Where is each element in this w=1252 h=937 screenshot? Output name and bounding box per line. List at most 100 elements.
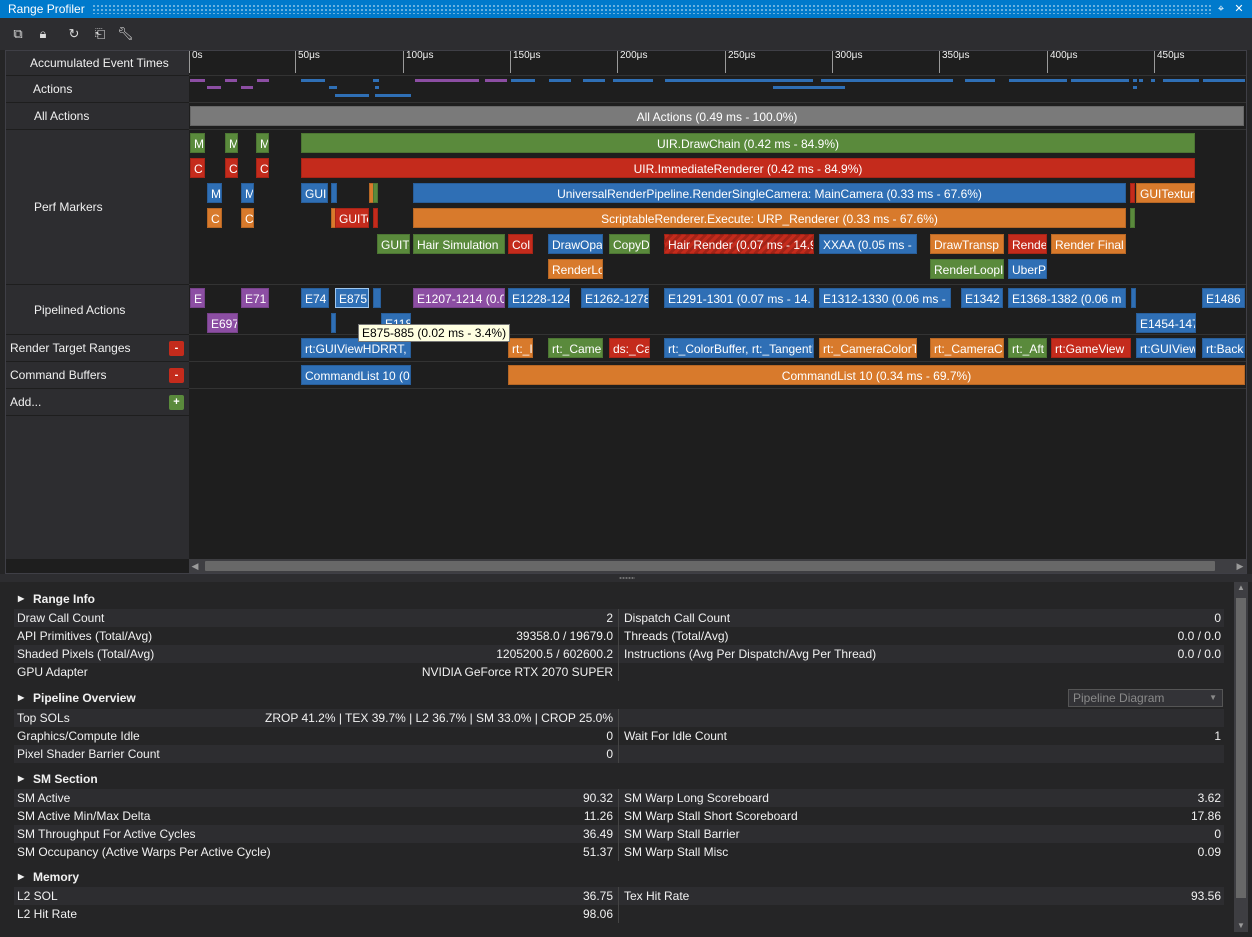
- range-bar[interactable]: rt:Back: [1202, 338, 1245, 358]
- range-bar[interactable]: rt:_Came: [548, 338, 603, 358]
- action-bar[interactable]: E1454-147: [1136, 313, 1196, 333]
- refresh-icon[interactable]: ↻: [66, 26, 82, 42]
- info-value: 3.62: [1197, 791, 1221, 805]
- remove-row-button[interactable]: -: [169, 341, 184, 356]
- marker-bar[interactable]: C: [190, 158, 205, 178]
- marker-bar[interactable]: GUITe: [377, 234, 410, 254]
- perf-markers-label-text: Perf Markers: [34, 200, 103, 214]
- marker-bar[interactable]: UIR.DrawChain (0.42 ms - 84.9%): [301, 133, 1195, 153]
- command-buffer-bar[interactable]: CommandList 10 (0.: [301, 365, 411, 385]
- marker-bar[interactable]: M: [256, 133, 269, 153]
- marker-bar[interactable]: C: [207, 208, 222, 228]
- close-icon[interactable]: ✕: [1232, 0, 1246, 18]
- marker-bar[interactable]: C: [225, 158, 238, 178]
- info-value: 2: [606, 611, 613, 625]
- command-buffers-text: Command Buffers: [10, 368, 107, 382]
- marker-bar[interactable]: M: [190, 133, 205, 153]
- marker-bar[interactable]: ScriptableRenderer.Execute: URP_Renderer…: [413, 208, 1126, 228]
- pipeline-diagram-dropdown[interactable]: Pipeline Diagram ▼: [1068, 689, 1223, 707]
- add-row-track: [189, 389, 1246, 416]
- marker-bar[interactable]: DrawOpa: [548, 234, 603, 254]
- action-bar[interactable]: E1342: [961, 288, 1003, 308]
- marker-bar[interactable]: XXAA (0.05 ms -: [819, 234, 917, 254]
- action-bar[interactable]: E1207-1214 (0.0: [413, 288, 505, 308]
- actions-track[interactable]: [189, 76, 1246, 103]
- action-bar[interactable]: E1262-1278: [581, 288, 649, 308]
- marker-bar[interactable]: Col: [508, 234, 533, 254]
- marker-bar[interactable]: M: [225, 133, 238, 153]
- scroll-left-icon[interactable]: ◀: [189, 559, 201, 573]
- marker-bar[interactable]: UIR.ImmediateRenderer (0.42 ms - 84.9%): [301, 158, 1195, 178]
- horizontal-scrollbar[interactable]: ◀ ▶: [189, 559, 1246, 573]
- marker-bar[interactable]: Hair Simulation: [413, 234, 505, 254]
- action-bar[interactable]: E697: [207, 313, 238, 333]
- marker-bar[interactable]: CopyD: [609, 234, 650, 254]
- action-bar[interactable]: E74: [301, 288, 329, 308]
- marker-bar[interactable]: UniversalRenderPipeline.RenderSingleCame…: [413, 183, 1126, 203]
- toolbar: ⧉ 🔒︎ ↻ ⎗ 🔧︎: [0, 18, 1252, 50]
- action-bar[interactable]: E1368-1382 (0.06 m: [1008, 288, 1126, 308]
- marker-bar[interactable]: UberP: [1008, 259, 1047, 279]
- scroll-down-icon[interactable]: ▼: [1234, 920, 1248, 932]
- range-info-header[interactable]: ▶ Range Info: [14, 589, 1224, 609]
- action-bar[interactable]: [1131, 288, 1136, 308]
- range-bar[interactable]: rt:_CameraC: [930, 338, 1004, 358]
- scroll-up-icon[interactable]: ▲: [1234, 582, 1248, 594]
- copy-icon[interactable]: ⧉: [10, 26, 26, 42]
- expand-icon: ▶: [18, 872, 25, 881]
- remove-row-button[interactable]: -: [169, 368, 184, 383]
- scroll-thumb[interactable]: [1236, 598, 1246, 898]
- tick-label: 300μs: [832, 51, 862, 73]
- action-bar[interactable]: [373, 288, 381, 308]
- range-bar[interactable]: rt:_Aft: [1008, 338, 1047, 358]
- range-bar[interactable]: rt:_CameraColorT: [819, 338, 917, 358]
- marker-bar[interactable]: GUITe: [335, 208, 369, 228]
- scroll-right-icon[interactable]: ▶: [1234, 559, 1246, 573]
- marker-bar[interactable]: GUI: [301, 183, 328, 203]
- range-bar[interactable]: rt:GameView: [1051, 338, 1131, 358]
- time-ruler[interactable]: 0s 50μs 100μs 150μs 200μs 250μs 300μs 35…: [189, 51, 1246, 76]
- lock-icon[interactable]: 🔒︎: [35, 26, 51, 42]
- marker-bar[interactable]: DrawTransp: [930, 234, 1004, 254]
- range-bar[interactable]: ds:_Ca: [609, 338, 650, 358]
- range-bar[interactable]: rt:GUIView: [1136, 338, 1196, 358]
- action-bar[interactable]: E875: [335, 288, 369, 308]
- marker-bar[interactable]: [1130, 208, 1135, 228]
- action-bar[interactable]: E1228-124: [508, 288, 570, 308]
- action-bar[interactable]: E1291-1301 (0.07 ms - 14.: [664, 288, 814, 308]
- action-bar[interactable]: E: [190, 288, 205, 308]
- marker-bar[interactable]: C: [256, 158, 269, 178]
- marker-bar[interactable]: [373, 208, 378, 228]
- marker-bar[interactable]: C: [241, 208, 254, 228]
- pipeline-overview-header[interactable]: ▶ Pipeline Overview: [14, 688, 1224, 708]
- all-actions-bar[interactable]: All Actions (0.49 ms - 100.0%): [190, 106, 1244, 126]
- perf-markers-track: M M M UIR.DrawChain (0.42 ms - 84.9%) C …: [189, 130, 1246, 285]
- export-icon[interactable]: ⎗: [92, 26, 108, 42]
- pin-icon[interactable]: ⌖: [1214, 0, 1228, 18]
- scroll-thumb[interactable]: [205, 561, 1215, 571]
- marker-bar[interactable]: [373, 183, 378, 203]
- marker-bar[interactable]: Rende: [1008, 234, 1047, 254]
- range-bar[interactable]: rt:_I: [508, 338, 533, 358]
- action-bar[interactable]: E1486: [1202, 288, 1245, 308]
- marker-bar[interactable]: [331, 183, 337, 203]
- sm-section-header[interactable]: ▶ SM Section: [14, 769, 1224, 789]
- marker-bar[interactable]: RenderLoopI: [930, 259, 1004, 279]
- marker-bar[interactable]: M: [241, 183, 254, 203]
- marker-bar[interactable]: M: [207, 183, 222, 203]
- marker-bar[interactable]: Hair Render (0.07 ms - 14.9: [664, 234, 814, 254]
- marker-bar[interactable]: RenderLo: [548, 259, 603, 279]
- marker-bar[interactable]: Render Final: [1051, 234, 1126, 254]
- action-bar[interactable]: E1312-1330 (0.06 ms -: [819, 288, 951, 308]
- action-bar[interactable]: [331, 313, 336, 333]
- command-buffer-bar[interactable]: CommandList 10 (0.34 ms - 69.7%): [508, 365, 1245, 385]
- panel-splitter[interactable]: [0, 574, 1252, 582]
- marker-bar[interactable]: [1130, 183, 1135, 203]
- action-bar[interactable]: E71: [241, 288, 269, 308]
- memory-header[interactable]: ▶ Memory: [14, 867, 1224, 887]
- wrench-icon[interactable]: 🔧︎: [117, 26, 134, 42]
- range-bar[interactable]: rt:_ColorBuffer, rt:_TangentB: [664, 338, 814, 358]
- marker-bar[interactable]: GUITextur: [1136, 183, 1195, 203]
- vertical-scrollbar[interactable]: ▲ ▼: [1234, 582, 1248, 932]
- add-row-button[interactable]: +: [169, 395, 184, 410]
